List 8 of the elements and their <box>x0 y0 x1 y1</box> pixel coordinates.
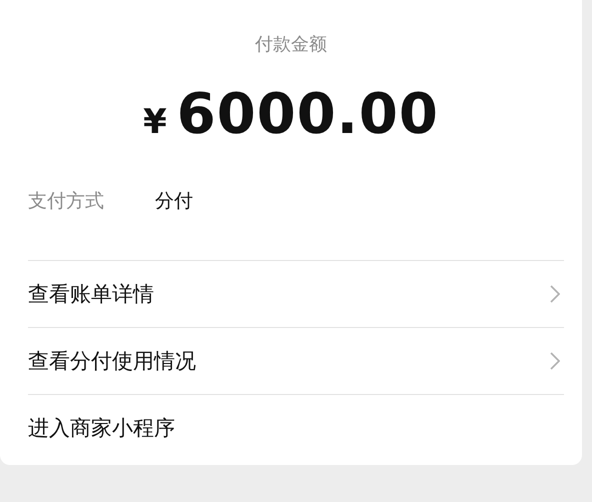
list-item[interactable]: 查看分付使用情况 <box>28 328 564 395</box>
list-item[interactable]: 进入商家小程序 <box>28 395 564 461</box>
list-item[interactable]: 查看账单详情 <box>28 261 564 328</box>
currency-symbol: ¥ <box>143 102 167 142</box>
method-value: 分付 <box>155 189 193 214</box>
amount-value: 6000.00 <box>176 82 439 147</box>
amount-title: 付款金额 <box>254 33 328 57</box>
method-label: 支付方式 <box>28 189 105 214</box>
